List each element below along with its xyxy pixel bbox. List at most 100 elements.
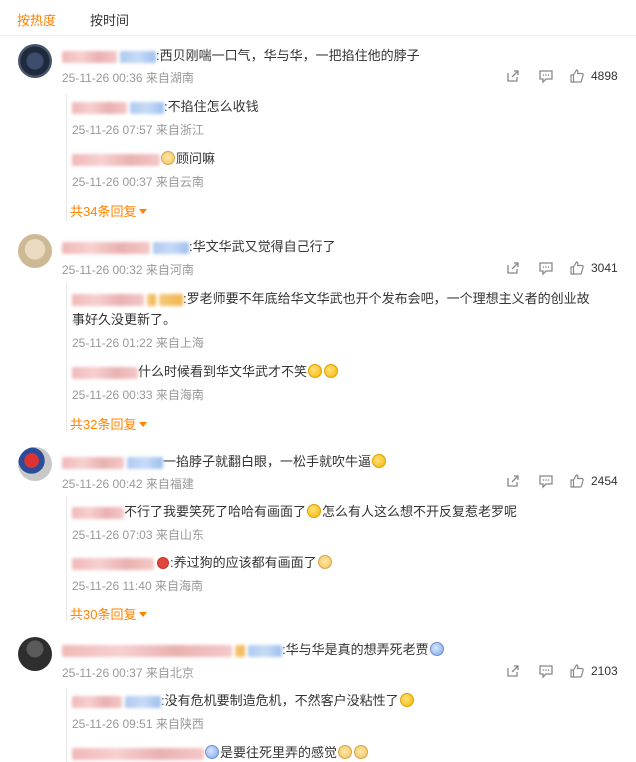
reply-text-row: 是要往死里弄的感觉 (72, 742, 369, 761)
reply-text-b: 怎么有人这么想不开反复惹老罗呢 (322, 504, 518, 519)
more-replies-label: 共32条回复 (70, 417, 137, 432)
caret-down-icon (139, 612, 148, 617)
reply-text: 不行了我要笑死了哈哈有画面了 (124, 504, 307, 519)
reply-text-row: 什么时候看到华文华武才不笑 (72, 361, 339, 380)
reply-text-row: :没有危机要制造危机，不然客户没粘性了 (72, 690, 415, 709)
share-icon[interactable] (505, 473, 521, 489)
more-replies-link[interactable]: 共32条回复 (70, 414, 148, 433)
avatar[interactable] (18, 447, 52, 481)
comment-actions: 4898 (505, 68, 635, 86)
username-blurred[interactable] (62, 456, 124, 469)
sort-tabs: 按热度 按时间 (0, 0, 636, 36)
avatar[interactable] (18, 234, 52, 268)
like-icon[interactable] (569, 68, 585, 84)
like-count: 3041 (591, 261, 618, 275)
comment-text: :西贝刚喘一口气，华与华，一把掐住他的脖子 (156, 48, 420, 63)
reply-meta: 25-11-26 01:22 来自上海 (72, 336, 204, 350)
comment-icon[interactable] (538, 260, 554, 276)
scream-emoji-icon (429, 642, 444, 656)
like-count: 2103 (591, 664, 618, 678)
username-blurred[interactable] (72, 101, 127, 114)
comment-text: :华与华是真的想弄死老贾 (282, 642, 429, 657)
laugh-emoji-icon (372, 454, 387, 468)
fan-badge (159, 293, 183, 306)
username-blurred[interactable] (62, 50, 117, 63)
reply-text: :没有危机要制造危机，不然客户没粘性了 (161, 693, 399, 708)
reply-text-continued: 事好久没更新了。 (72, 312, 177, 327)
reply-text: :养过狗的应该都有画面了 (170, 555, 317, 570)
comment-actions: 3041 (505, 260, 635, 278)
reply-text-row: :养过狗的应该都有画面了 (72, 552, 333, 571)
laugh-cry-emoji-icon (308, 364, 323, 378)
caret-down-icon (139, 422, 148, 427)
username-blurred[interactable] (72, 293, 144, 306)
caret-down-icon (139, 209, 148, 214)
like-icon[interactable] (569, 473, 585, 489)
tab-hot[interactable]: 按热度 (17, 10, 56, 29)
reply-text: :不掐住怎么收钱 (164, 99, 259, 114)
reply-text: 什么时候看到华文华武才不笑 (138, 364, 308, 379)
comment-text: :华文华武又觉得自己行了 (189, 239, 336, 254)
reply-meta: 25-11-26 07:03 来自山东 (72, 528, 204, 542)
more-replies-link[interactable]: 共34条回复 (70, 201, 148, 220)
more-replies-label: 共30条回复 (70, 607, 137, 622)
share-icon[interactable] (505, 663, 521, 679)
reply-text-row: 不行了我要笑死了哈哈有画面了 怎么有人这么想不开反复惹老罗呢 (72, 501, 517, 520)
vip-badge (147, 293, 156, 306)
username-blurred[interactable] (62, 241, 150, 254)
reply-text-row: :不掐住怎么收钱 (72, 96, 259, 115)
comment-meta: 25-11-26 00:36 来自湖南 (62, 71, 194, 85)
reply-divider (66, 688, 67, 762)
username-blurred[interactable] (72, 695, 122, 708)
username-blurred[interactable] (62, 644, 232, 657)
avatar[interactable] (18, 44, 52, 78)
username-blurred[interactable] (72, 153, 160, 166)
cat-emoji-icon (161, 151, 175, 165)
share-icon[interactable] (505, 68, 521, 84)
comment-actions: 2103 (505, 663, 635, 681)
comment-meta: 25-11-26 00:32 来自河南 (62, 263, 194, 277)
vip-badge (235, 644, 245, 657)
laugh-emoji-icon (307, 504, 322, 518)
laugh-cry-emoji-icon (324, 364, 339, 378)
username-blurred[interactable] (72, 557, 154, 570)
comment-icon[interactable] (538, 663, 554, 679)
more-replies-link[interactable]: 共30条回复 (70, 604, 148, 623)
smile-emoji-icon (399, 693, 414, 707)
comment-meta: 25-11-26 00:42 来自福建 (62, 477, 194, 491)
user-badge (120, 50, 156, 63)
comment-actions: 2454 (505, 473, 635, 491)
username-blurred[interactable] (72, 366, 138, 379)
share-icon[interactable] (505, 260, 521, 276)
reply-meta: 25-11-26 00:33 来自海南 (72, 388, 204, 402)
user-badge (127, 456, 163, 469)
comment-icon[interactable] (538, 473, 554, 489)
reply-text: 顾问嘛 (176, 151, 216, 166)
reply-text-row: :罗老师要不年底给华文华武也开个发布会吧，一个理想主义者的创业故 (72, 288, 590, 307)
like-icon[interactable] (569, 260, 585, 276)
user-badge (125, 695, 161, 708)
comment-text-row: 一掐脖子就翻白眼，一松手就吹牛逼 (62, 451, 387, 470)
reply-meta: 25-11-26 07:57 来自浙江 (72, 123, 204, 137)
comment-text-row: :西贝刚喘一口气，华与华，一把掐住他的脖子 (62, 45, 420, 64)
comment-icon[interactable] (538, 68, 554, 84)
username-blurred[interactable] (72, 747, 204, 760)
comment-meta: 25-11-26 00:37 来自北京 (62, 666, 194, 680)
like-icon[interactable] (569, 663, 585, 679)
comment-text-row: :华与华是真的想弄死老贾 (62, 639, 445, 658)
user-badge (153, 241, 189, 254)
cat-emoji-icon (317, 555, 332, 569)
username-blurred[interactable] (72, 506, 124, 519)
cat-emoji-icon (338, 745, 353, 759)
reply-meta: 25-11-26 09:51 来自陕西 (72, 717, 204, 731)
cry-emoji-icon (205, 745, 219, 759)
cat-emoji-icon (354, 745, 369, 759)
tab-time[interactable]: 按时间 (90, 10, 129, 29)
avatar[interactable] (18, 637, 52, 671)
more-replies-label: 共34条回复 (70, 204, 137, 219)
comment-text: 一掐脖子就翻白眼，一松手就吹牛逼 (163, 454, 372, 469)
user-badge (130, 101, 164, 114)
user-badge (248, 644, 282, 657)
reply-text-row: 顾问嘛 (72, 148, 215, 167)
reply-text: :罗老师要不年底给华文华武也开个发布会吧，一个理想主义者的创业故 (183, 291, 590, 306)
